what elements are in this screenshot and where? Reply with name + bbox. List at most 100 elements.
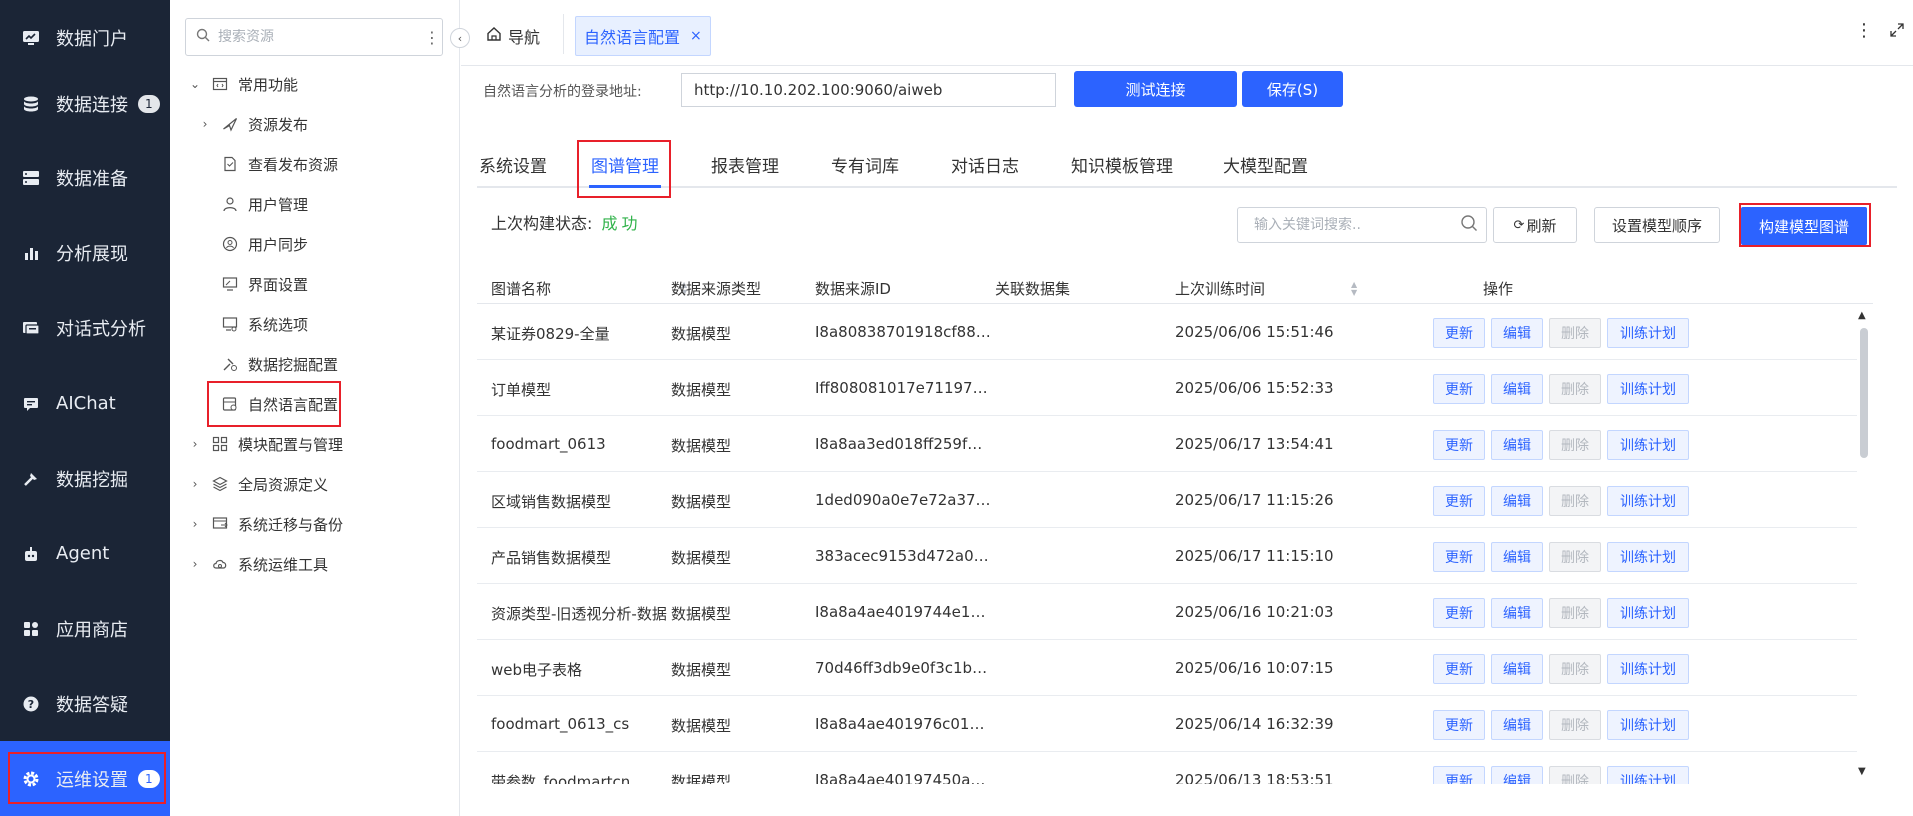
doc-check-icon	[220, 154, 240, 174]
more-icon[interactable]: ⋮	[422, 28, 442, 47]
tree-search-input[interactable]	[218, 29, 422, 45]
tab-nlp-config[interactable]: 自然语言配置 ×	[575, 16, 711, 56]
edit-button[interactable]: 编辑	[1491, 486, 1543, 516]
train-plan-button[interactable]: 训练计划	[1607, 318, 1689, 348]
chevron-down-icon[interactable]: ⌄	[188, 77, 202, 91]
tree-node-migration[interactable]: › 系统迁移与备份	[188, 504, 343, 544]
delete-button: 删除	[1549, 542, 1601, 572]
update-button[interactable]: 更新	[1433, 430, 1485, 460]
apps-icon	[20, 618, 42, 640]
train-plan-button[interactable]: 训练计划	[1607, 374, 1689, 404]
nav-item-aichat[interactable]: AIChat	[0, 366, 170, 441]
train-plan-button[interactable]: 训练计划	[1607, 710, 1689, 740]
sort-icon[interactable]: ▲ ▼	[1351, 280, 1357, 297]
edit-button[interactable]: 编辑	[1491, 374, 1543, 404]
tree-node-modules[interactable]: › 模块配置与管理	[188, 424, 343, 464]
chevron-right-icon[interactable]: ›	[188, 477, 202, 491]
train-plan-button[interactable]: 训练计划	[1607, 766, 1689, 784]
edit-button[interactable]: 编辑	[1491, 318, 1543, 348]
graph-name: 订单模型	[491, 381, 552, 399]
save-button[interactable]: 保存(S)	[1242, 71, 1343, 107]
highlight-box	[8, 752, 166, 804]
table-row[interactable]: 资源类型-旧透视分析-数据 数据模型 I8a8a4ae4019744e144e.…	[477, 584, 1857, 640]
tree-node-system-options[interactable]: 系统选项	[220, 304, 308, 344]
update-button[interactable]: 更新	[1433, 542, 1485, 572]
scroll-down-icon[interactable]: ▼	[1858, 766, 1866, 777]
scroll-up-icon[interactable]: ▲	[1858, 310, 1866, 321]
chevron-right-icon[interactable]: ›	[188, 437, 202, 451]
layers-icon	[210, 474, 230, 494]
scrollbar-thumb[interactable]	[1860, 328, 1868, 458]
update-button[interactable]: 更新	[1433, 654, 1485, 684]
test-connection-button[interactable]: 测试连接	[1074, 71, 1237, 107]
table-row[interactable]: web电子表格 数据模型 70d46ff3db9e0f3c1bea5... 20…	[477, 640, 1857, 696]
tab-report-management[interactable]: 报表管理	[711, 152, 779, 177]
header-graph-name[interactable]: 图谱名称 ▲ ▼	[491, 278, 687, 299]
keyword-search-input[interactable]	[1254, 217, 1452, 233]
tab-navigation[interactable]: 导航	[486, 18, 540, 54]
train-plan-button[interactable]: 训练计划	[1607, 542, 1689, 572]
update-button[interactable]: 更新	[1433, 374, 1485, 404]
table-row[interactable]: 带参数_foodmartcn 数据模型 I8a8a4ae40197450a450…	[477, 752, 1857, 784]
nav-item-connection[interactable]: 数据连接 1	[0, 66, 170, 141]
edit-button[interactable]: 编辑	[1491, 430, 1543, 460]
chevron-right-icon[interactable]: ›	[188, 517, 202, 531]
header-last-train-time[interactable]: 上次训练时间 ▲ ▼	[1175, 278, 1357, 299]
tree-node-mining-config[interactable]: 数据挖掘配置	[220, 344, 338, 384]
nav-item-portal[interactable]: 数据门户	[0, 0, 170, 75]
more-vertical-icon[interactable]: ⋮	[1855, 20, 1873, 41]
update-button[interactable]: 更新	[1433, 598, 1485, 628]
update-button[interactable]: 更新	[1433, 710, 1485, 740]
train-plan-button[interactable]: 训练计划	[1607, 654, 1689, 684]
tree-node-view-published[interactable]: 查看发布资源	[220, 144, 338, 184]
tree-node-global-resources[interactable]: › 全局资源定义	[188, 464, 328, 504]
chevron-right-icon[interactable]: ›	[198, 117, 212, 131]
chevron-right-icon[interactable]: ›	[188, 557, 202, 571]
update-button[interactable]: 更新	[1433, 486, 1485, 516]
fullscreen-icon[interactable]	[1889, 22, 1905, 42]
table-row[interactable]: 订单模型 数据模型 Iff808081017e71197119... 2025/…	[477, 360, 1857, 416]
update-button[interactable]: 更新	[1433, 766, 1485, 784]
tree-node-user-sync[interactable]: 用户同步	[220, 224, 308, 264]
tree-node-common[interactable]: ⌄ 常用功能	[188, 64, 298, 104]
tab-knowledge-templates[interactable]: 知识模板管理	[1071, 152, 1173, 177]
edit-button[interactable]: 编辑	[1491, 598, 1543, 628]
close-icon[interactable]: ×	[690, 28, 702, 44]
nav-item-agent[interactable]: Agent	[0, 516, 170, 591]
table-scrollbar[interactable]: ▲ ▼	[1856, 304, 1872, 784]
edit-button[interactable]: 编辑	[1491, 710, 1543, 740]
nav-item-qa[interactable]: ? 数据答疑	[0, 666, 170, 741]
nav-item-mining[interactable]: 数据挖掘	[0, 441, 170, 516]
table-row[interactable]: 区域销售数据模型 数据模型 1ded090a0e7e72a371a3... 20…	[477, 472, 1857, 528]
train-plan-button[interactable]: 训练计划	[1607, 598, 1689, 628]
table-row[interactable]: 产品销售数据模型 数据模型 383acec9153d472a0ea2... 20…	[477, 528, 1857, 584]
train-plan-button[interactable]: 训练计划	[1607, 430, 1689, 460]
update-button[interactable]: 更新	[1433, 318, 1485, 348]
nav-item-conversational[interactable]: 对话式分析	[0, 290, 170, 365]
edit-button[interactable]: 编辑	[1491, 654, 1543, 684]
nav-item-appstore[interactable]: 应用商店	[0, 591, 170, 666]
tab-custom-lexicon[interactable]: 专有词库	[831, 152, 899, 177]
nav-item-analysis[interactable]: 分析展现	[0, 215, 170, 290]
table-row[interactable]: foodmart_0613 数据模型 I8a8aa3ed018ff259f259…	[477, 416, 1857, 472]
tab-llm-config[interactable]: 大模型配置	[1223, 152, 1308, 177]
tab-system-settings[interactable]: 系统设置	[479, 152, 547, 177]
tab-dialog-log[interactable]: 对话日志	[951, 152, 1019, 177]
table-row[interactable]: 某证券0829-全量 数据模型 I8a80838701918cf88cf8...…	[477, 304, 1857, 360]
tree-node-publish[interactable]: › 资源发布	[198, 104, 308, 144]
nav-item-prepare[interactable]: 数据准备	[0, 140, 170, 215]
collapse-sidebar-button[interactable]: ‹	[450, 28, 470, 48]
tree-node-ui-settings[interactable]: 界面设置	[220, 264, 308, 304]
edit-button[interactable]: 编辑	[1491, 766, 1543, 784]
tree-node-label: 模块配置与管理	[238, 435, 344, 454]
search-icon[interactable]	[1452, 214, 1486, 236]
modules-icon	[210, 434, 230, 454]
train-plan-button[interactable]: 训练计划	[1607, 486, 1689, 516]
login-url-input[interactable]	[681, 73, 1056, 107]
tree-node-users[interactable]: 用户管理	[220, 184, 308, 224]
edit-button[interactable]: 编辑	[1491, 542, 1543, 572]
refresh-button[interactable]: ⟳ 刷新	[1493, 207, 1577, 243]
set-model-order-button[interactable]: 设置模型顺序	[1594, 207, 1720, 243]
table-row[interactable]: foodmart_0613_cs 数据模型 I8a8a4ae401976c016…	[477, 696, 1857, 752]
tree-node-ops-tools[interactable]: › 系统运维工具	[188, 544, 328, 584]
